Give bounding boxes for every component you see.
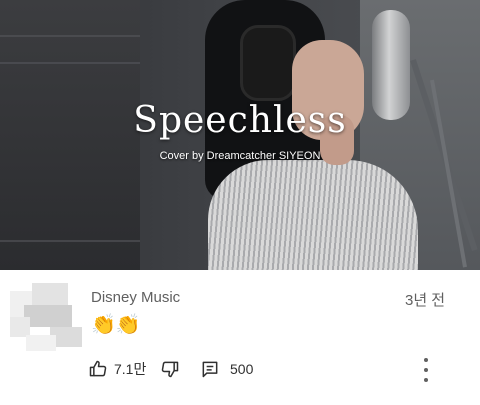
dot (424, 368, 428, 372)
comment-text: 👏👏 (91, 314, 141, 336)
video-title: Speechless (133, 100, 347, 141)
thumbs-up-icon (88, 359, 108, 379)
panel-line (0, 240, 140, 242)
avatar-blur-block (10, 317, 30, 337)
singer-shirt (208, 160, 418, 270)
reply-button[interactable]: 500 (200, 356, 253, 382)
dot (424, 378, 428, 382)
comment-author[interactable]: Disney Music (91, 289, 180, 306)
more-vertical-icon[interactable] (418, 358, 434, 382)
video-subtitle: Cover by Dreamcatcher SIYEON (159, 150, 321, 162)
panel-line (0, 62, 140, 64)
dot (424, 358, 428, 362)
like-count: 7.1만 (114, 361, 147, 377)
avatar[interactable] (10, 283, 85, 353)
dislike-button[interactable] (160, 356, 180, 382)
comment-actions: 7.1만 500 (88, 356, 468, 384)
panel-line (0, 35, 140, 37)
reply-count: 500 (230, 361, 254, 377)
avatar-blur-block (24, 305, 72, 327)
comment-icon (200, 359, 220, 379)
comment-time: 3년 전 (405, 292, 446, 309)
thumbs-down-icon (160, 359, 180, 379)
headphones (240, 25, 296, 101)
avatar-blur-block (26, 335, 56, 351)
avatar-blur-block (32, 283, 68, 305)
like-button[interactable]: 7.1만 (88, 356, 146, 382)
video-thumbnail[interactable]: Speechless Cover by Dreamcatcher SIYEON (0, 0, 480, 270)
